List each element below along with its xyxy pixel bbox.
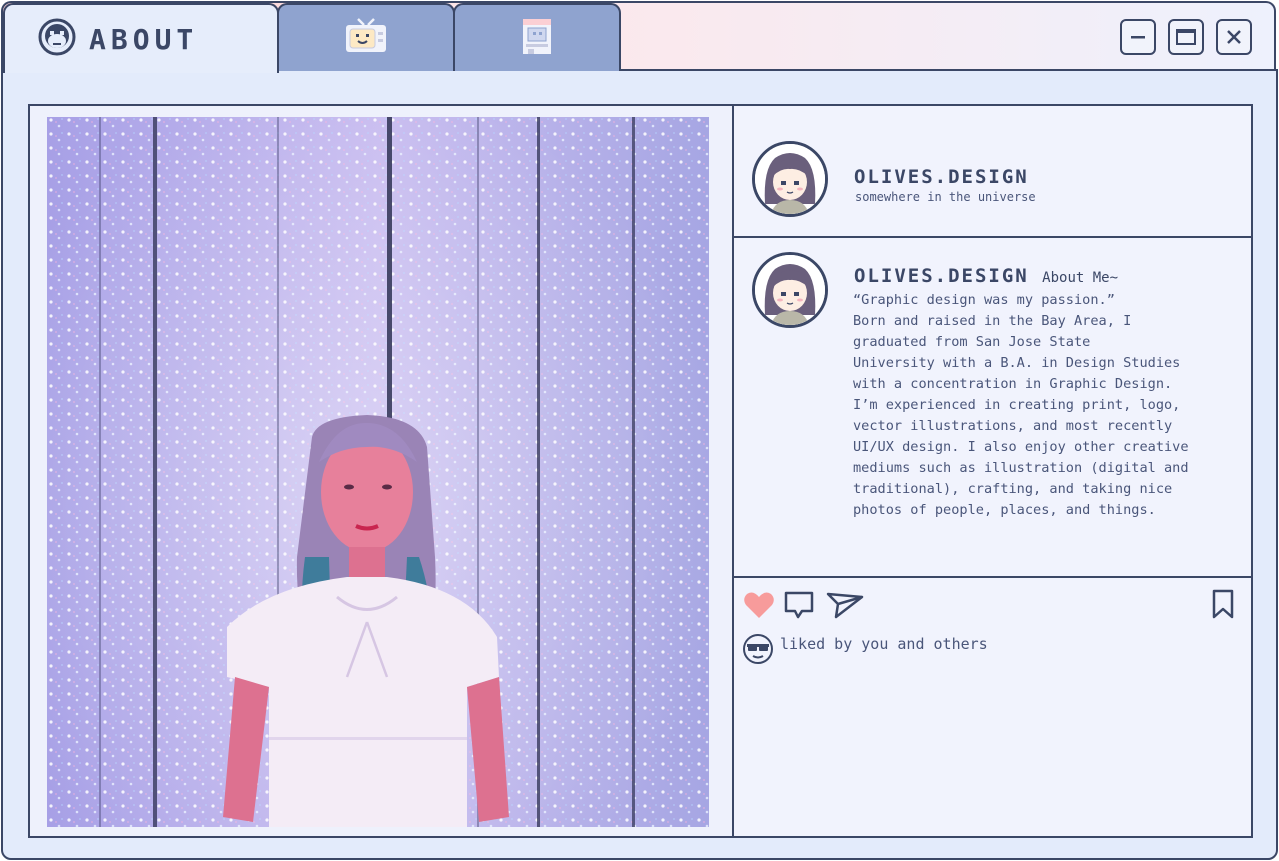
caption-heading: About Me~ (1042, 270, 1119, 286)
minimize-icon (1131, 36, 1145, 39)
bio-line: with a concentration in Graphic Design. (853, 376, 1173, 392)
comment-icon (784, 591, 814, 619)
sunglasses-face-icon (743, 634, 773, 664)
send-icon (826, 592, 864, 619)
window-controls (1120, 19, 1252, 55)
bookmark-icon (1212, 589, 1234, 619)
likes-text[interactable]: liked by you and others (780, 635, 988, 653)
bio-line: graduated from San Jose State (853, 334, 1091, 350)
tab-about[interactable]: ABOUT (3, 3, 279, 73)
share-button[interactable] (826, 588, 864, 622)
caption-username[interactable]: OLIVES.DESIGN (854, 265, 1029, 287)
tab-arcade[interactable] (453, 3, 621, 71)
liker-avatar[interactable] (742, 633, 774, 665)
save-button[interactable] (1208, 587, 1238, 621)
post-actions: liked by you and others (734, 578, 1251, 836)
bio-line: I’m experienced in creating print, logo, (853, 397, 1181, 413)
maximize-button[interactable] (1168, 19, 1204, 55)
caption-section: OLIVES.DESIGN About Me~ “Graphic design … (734, 238, 1251, 578)
post-header: OLIVES.DESIGN somewhere in the universe (734, 106, 1251, 238)
caption-avatar[interactable] (752, 252, 828, 328)
monkey-face-icon (37, 17, 77, 61)
bio-line: traditional), crafting, and taking nice (853, 481, 1173, 497)
post-photo[interactable] (47, 117, 709, 827)
bio-line: Born and raised in the Bay Area, I (853, 313, 1132, 329)
bio-line: “Graphic design was my passion.” (853, 292, 1115, 308)
caption-heading-row: OLIVES.DESIGN About Me~ (854, 265, 1118, 287)
maximize-icon (1176, 29, 1196, 45)
arcade-cabinet-icon (519, 16, 555, 60)
photo-area (30, 106, 734, 836)
minimize-button[interactable] (1120, 19, 1156, 55)
bio-line: vector illustrations, and most recently (853, 418, 1173, 434)
comment-button[interactable] (782, 588, 816, 622)
post-frame: OLIVES.DESIGN somewhere in the universe (28, 104, 1253, 838)
bio-line: mediums such as illustration (digital an… (853, 460, 1189, 476)
heart-icon (744, 592, 774, 618)
post-header-username[interactable]: OLIVES.DESIGN (854, 166, 1029, 188)
retro-tv-icon (343, 16, 389, 60)
close-button[interactable] (1216, 19, 1252, 55)
bio-line: UI/UX design. I also enjoy other creativ… (853, 439, 1189, 455)
avatar[interactable] (752, 141, 828, 217)
bio-line: photos of people, places, and things. (853, 502, 1156, 518)
tab-tv[interactable] (277, 3, 455, 71)
tab-about-label: ABOUT (89, 22, 199, 56)
close-icon (1227, 30, 1241, 44)
bio-line: University with a B.A. in Design Studies (853, 355, 1181, 371)
about-window: ABOUT OLIVES.DESIGN somewhere in the uni… (1, 1, 1278, 860)
bio-text: “Graphic design was my passion.” Born an… (853, 290, 1233, 521)
post-header-location: somewhere in the universe (855, 190, 1036, 204)
post-sidebar: OLIVES.DESIGN somewhere in the universe (734, 106, 1251, 836)
like-button[interactable] (742, 588, 776, 622)
